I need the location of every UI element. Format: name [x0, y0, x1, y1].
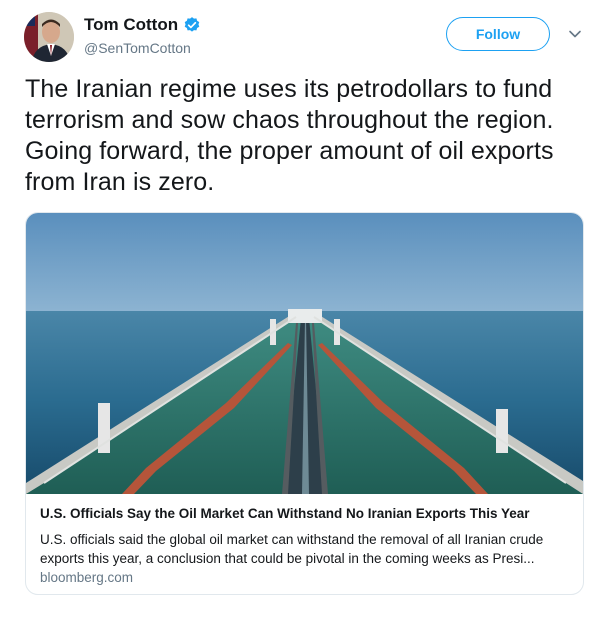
oil-tanker-photo-icon [26, 213, 583, 494]
name-row: Tom Cotton [84, 15, 201, 35]
card-title[interactable]: U.S. Officials Say the Oil Market Can Wi… [40, 506, 530, 521]
link-card[interactable]: U.S. Officials Say the Oil Market Can Wi… [25, 212, 584, 595]
verified-badge-icon [184, 17, 200, 32]
tweet-header: Tom Cotton @SenTomCotton Follow [0, 0, 603, 70]
chevron-down-icon[interactable] [568, 27, 582, 41]
tweet-text: The Iranian regime uses its petrodollars… [25, 75, 554, 196]
avatar[interactable] [24, 12, 74, 62]
user-handle[interactable]: @SenTomCotton [84, 40, 191, 56]
card-description: U.S. officials said the global oil marke… [40, 532, 544, 566]
avatar-portrait-icon [24, 12, 74, 62]
card-domain: bloomberg.com [40, 570, 134, 585]
card-body[interactable]: U.S. Officials Say the Oil Market Can Wi… [26, 494, 583, 594]
follow-button[interactable]: Follow [446, 17, 550, 51]
display-name[interactable]: Tom Cotton [84, 15, 178, 35]
